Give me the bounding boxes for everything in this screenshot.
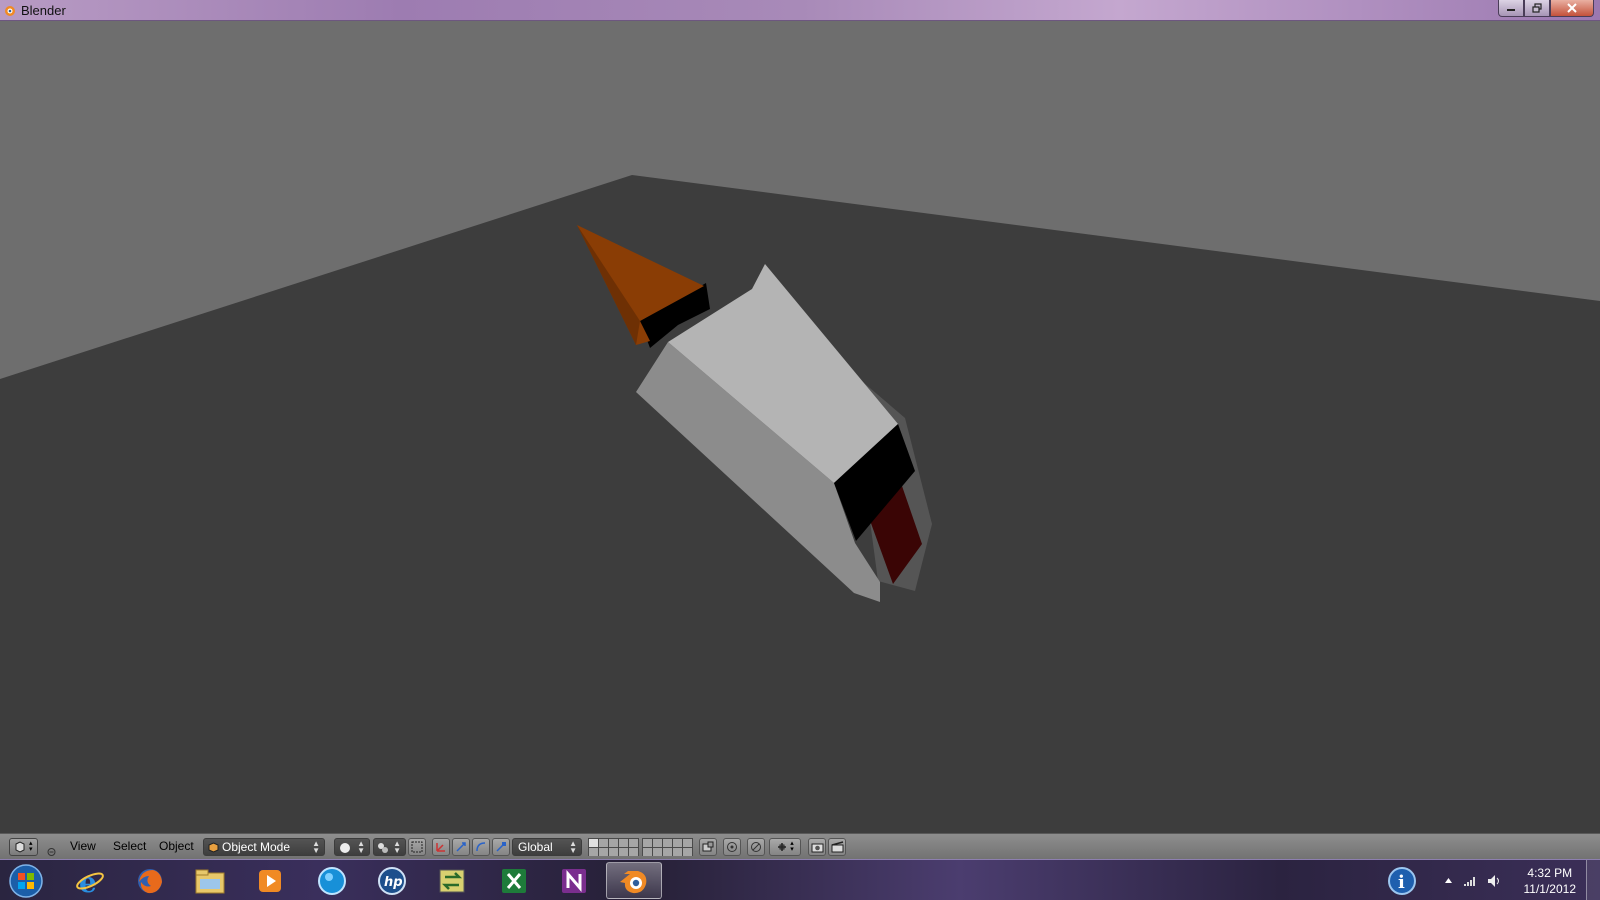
taskbar-windows-explorer[interactable] (182, 862, 238, 899)
network-signal-icon (1464, 876, 1475, 886)
excel-icon (502, 868, 526, 893)
align-icon (411, 841, 423, 853)
proportional-edit-icon (727, 842, 737, 852)
falloff-icon (751, 842, 761, 852)
start-orb-icon (9, 863, 43, 898)
translate-manipulator-button[interactable] (452, 838, 470, 856)
windows-explorer-icon (195, 869, 225, 893)
render-animation-button[interactable] (828, 838, 846, 856)
layer-lock-icon (702, 841, 714, 852)
3d-viewport[interactable] (0, 21, 1600, 833)
viewport-scene (0, 175, 1600, 833)
scale-icon (496, 842, 506, 852)
rotate-icon (476, 842, 486, 852)
window-title: Blender (21, 3, 66, 18)
tray-clock[interactable]: 4:32 PM 11/1/2012 (1524, 865, 1577, 897)
show-desktop-button[interactable] (1586, 860, 1600, 900)
rotate-manipulator-button[interactable] (472, 838, 490, 856)
globe-app-icon (318, 866, 346, 895)
speaker-icon (1488, 874, 1499, 887)
clock-time: 4:32 PM (1527, 866, 1573, 880)
taskbar-hp-app[interactable]: hp (364, 862, 420, 899)
help-info-icon: i (1388, 866, 1416, 895)
scale-manipulator-button[interactable] (492, 838, 510, 856)
taskbar-internet-explorer[interactable]: e (62, 862, 118, 899)
onenote-icon (562, 868, 586, 893)
taskbar: e hp i 4:32 PM 11/1/2012 (0, 859, 1600, 900)
manipulator-icon (436, 843, 445, 852)
clock-date: 11/1/2012 (1523, 882, 1577, 896)
taskbar-excel[interactable] (486, 862, 542, 899)
translate-icon (456, 842, 466, 852)
menu-select[interactable]: Select (111, 839, 148, 855)
tray-network[interactable] (1460, 862, 1480, 899)
manipulator-toggle[interactable] (432, 838, 450, 856)
chevron-up-icon (1444, 878, 1452, 883)
svg-text:hp: hp (384, 875, 403, 890)
pivot-point-icon (378, 843, 388, 853)
taskbar-firefox[interactable] (122, 862, 178, 899)
hp-app-icon: hp (378, 866, 406, 895)
transform-orientation-label: Global (518, 840, 553, 854)
menu-view[interactable]: View (68, 839, 98, 855)
firefox-icon (138, 868, 162, 893)
start-button[interactable] (0, 862, 52, 899)
sync-app-icon (439, 869, 465, 892)
clapperboard-icon (831, 841, 843, 853)
mode-select[interactable]: Object Mode ▲ ▼ (203, 838, 325, 856)
snap-icon (778, 843, 787, 851)
minimize-icon (1507, 9, 1515, 11)
editor-type-button[interactable]: ▴ ▾ (9, 838, 38, 856)
layers-group-1[interactable] (588, 838, 639, 856)
transform-orientation-select[interactable]: Global ▲ ▼ (512, 838, 582, 856)
internet-explorer-icon: e (76, 866, 104, 896)
taskbar-sync-app[interactable] (424, 862, 480, 899)
tray-volume[interactable] (1484, 862, 1506, 899)
render-opengl-button[interactable] (808, 838, 826, 856)
blender-icon (620, 870, 647, 893)
restore-button[interactable] (1524, 0, 1550, 17)
tray-help-app[interactable]: i (1384, 862, 1420, 899)
window-titlebar[interactable]: Blender (0, 0, 1600, 21)
taskbar-blender[interactable] (606, 862, 662, 899)
restore-icon (1532, 3, 1542, 13)
viewport-shading-select[interactable]: ▲ ▼ (334, 838, 370, 856)
tray-show-hidden-icons[interactable] (1440, 862, 1456, 899)
layers-group-2[interactable] (642, 838, 693, 856)
lock-layers-button[interactable] (699, 838, 717, 856)
media-player-icon (259, 869, 281, 892)
blender-app-icon (5, 6, 15, 16)
close-button[interactable] (1550, 0, 1594, 17)
taskbar-media-player[interactable] (242, 862, 298, 899)
viewport-header: ▴ ▾ View Select Object Object Mode ▲ ▼ ▲ ▼ … (0, 833, 1600, 859)
minimize-button[interactable] (1498, 0, 1524, 17)
mode-select-label: Object Mode (222, 840, 291, 854)
pivot-point-select[interactable]: ▲ ▼ (373, 838, 406, 856)
close-icon (1567, 3, 1577, 13)
falloff-button[interactable] (747, 838, 765, 856)
solid-shading-icon (340, 843, 350, 853)
proportional-edit-button[interactable] (723, 838, 741, 856)
cube-view-icon (15, 841, 25, 853)
taskbar-onenote[interactable] (546, 862, 602, 899)
object-mode-icon (208, 841, 219, 853)
snap-element-select[interactable]: ▴ ▾ (769, 838, 801, 856)
align-button[interactable] (408, 838, 426, 856)
taskbar-globe-app[interactable] (304, 862, 360, 899)
camera-icon (811, 843, 823, 853)
svg-text:i: i (1398, 872, 1405, 893)
menu-object[interactable]: Object (157, 839, 196, 855)
